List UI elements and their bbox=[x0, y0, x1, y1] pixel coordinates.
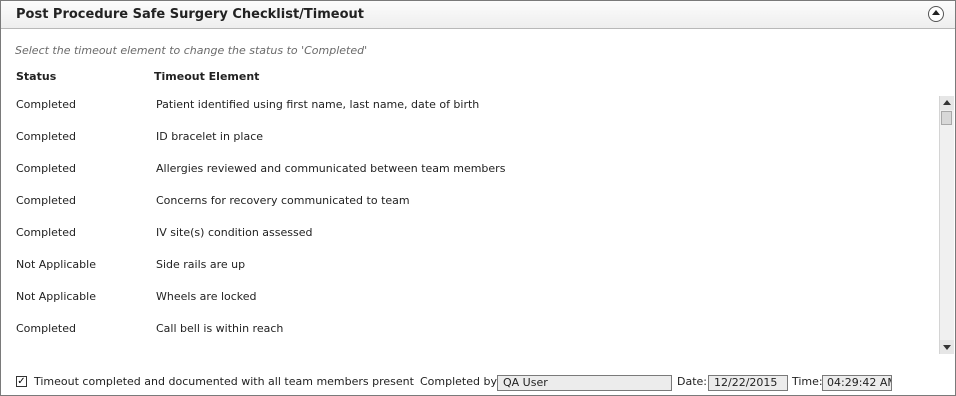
element-column-header: Timeout Element bbox=[154, 70, 260, 83]
table-row[interactable]: Not Applicable Wheels are locked bbox=[1, 288, 936, 320]
instruction-text: Select the timeout element to change the… bbox=[15, 44, 368, 57]
row-status: Completed bbox=[16, 322, 76, 335]
table-row[interactable]: Not Applicable Side rails are up bbox=[1, 256, 936, 288]
row-element[interactable]: Call bell is within reach bbox=[156, 322, 283, 335]
timeout-completed-label: Timeout completed and documented with al… bbox=[34, 375, 414, 388]
panel-title: Post Procedure Safe Surgery Checklist/Ti… bbox=[16, 7, 365, 22]
row-status: Completed bbox=[16, 226, 76, 239]
row-element[interactable]: ID bracelet in place bbox=[156, 130, 263, 143]
row-status: Completed bbox=[16, 130, 76, 143]
row-element[interactable]: Side rails are up bbox=[156, 258, 245, 271]
chevron-up-circle-icon[interactable] bbox=[928, 6, 944, 22]
table-row[interactable]: Completed Concerns for recovery communic… bbox=[1, 192, 936, 224]
table-row[interactable]: Completed Allergies reviewed and communi… bbox=[1, 160, 936, 192]
row-status: Not Applicable bbox=[16, 258, 96, 271]
scroll-down-icon[interactable] bbox=[940, 340, 954, 354]
table-row[interactable]: Completed Patient identified using first… bbox=[1, 96, 936, 128]
vertical-scrollbar[interactable] bbox=[939, 96, 954, 354]
checklist-panel: Post Procedure Safe Surgery Checklist/Ti… bbox=[0, 0, 956, 396]
table-row[interactable]: Completed ID bracelet in place bbox=[1, 128, 936, 160]
date-field[interactable]: 12/22/2015 bbox=[708, 375, 788, 391]
status-column-header: Status bbox=[16, 70, 57, 83]
date-label: Date: bbox=[677, 375, 707, 388]
scroll-up-icon[interactable] bbox=[940, 96, 954, 110]
row-status: Completed bbox=[16, 162, 76, 175]
panel-header: Post Procedure Safe Surgery Checklist/Ti… bbox=[1, 1, 955, 29]
row-element[interactable]: IV site(s) condition assessed bbox=[156, 226, 312, 239]
scroll-thumb[interactable] bbox=[941, 111, 952, 125]
completed-by-field[interactable]: QA User bbox=[497, 375, 672, 391]
row-element[interactable]: Allergies reviewed and communicated betw… bbox=[156, 162, 505, 175]
row-element[interactable]: Wheels are locked bbox=[156, 290, 257, 303]
completed-by-label: Completed by: bbox=[420, 375, 500, 388]
table-row[interactable]: Completed IV site(s) condition assessed bbox=[1, 224, 936, 256]
row-element[interactable]: Concerns for recovery communicated to te… bbox=[156, 194, 410, 207]
row-status: Completed bbox=[16, 194, 76, 207]
time-field[interactable]: 04:29:42 AM bbox=[822, 375, 892, 391]
row-element[interactable]: Patient identified using first name, las… bbox=[156, 98, 479, 111]
row-status: Not Applicable bbox=[16, 290, 96, 303]
table-row[interactable]: Completed Call bell is within reach bbox=[1, 320, 936, 352]
row-status: Completed bbox=[16, 98, 76, 111]
time-label: Time: bbox=[792, 375, 823, 388]
timeout-completed-checkbox[interactable]: ✓ bbox=[16, 376, 27, 387]
